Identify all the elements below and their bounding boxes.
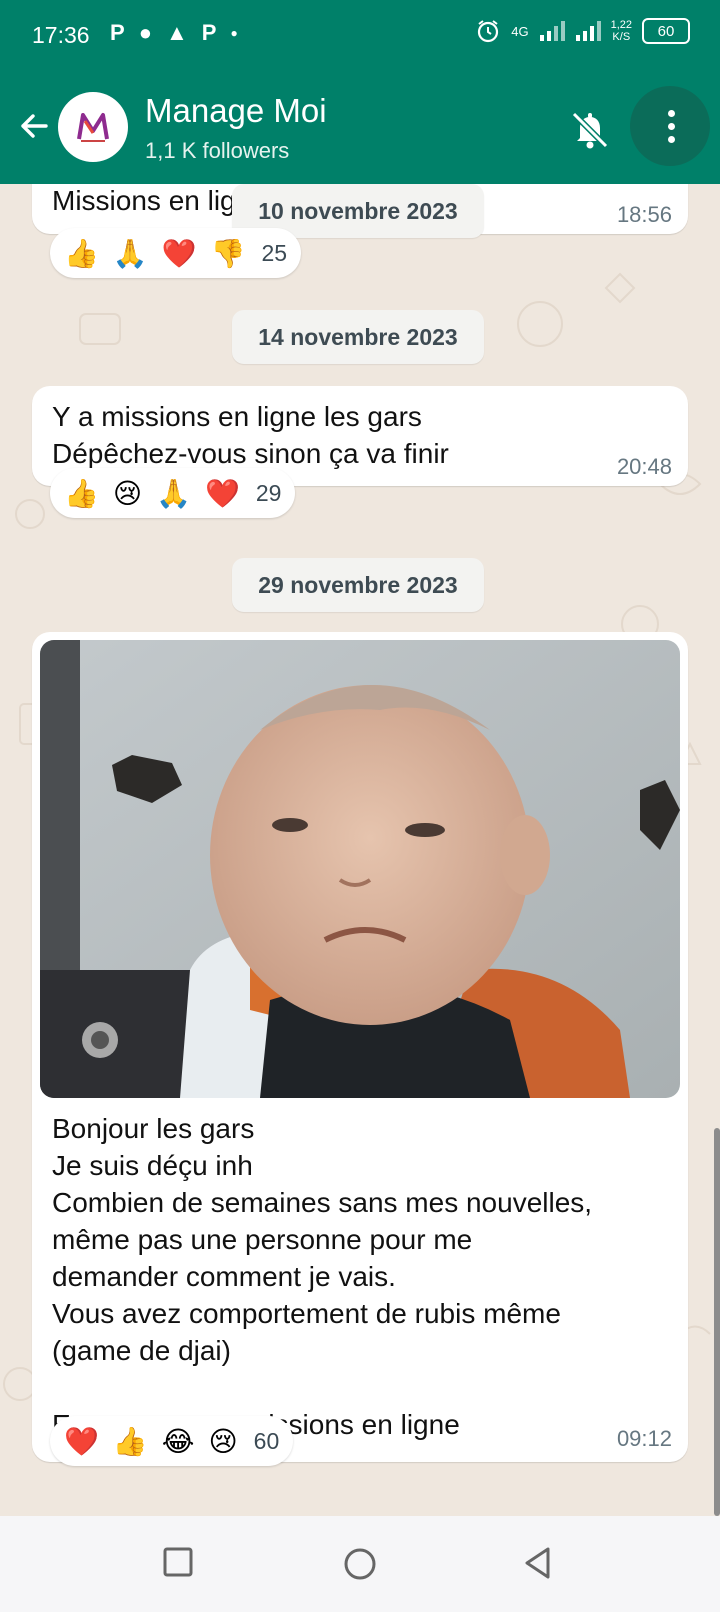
channel-avatar[interactable] [58, 92, 128, 162]
status-time: 17:36 [32, 22, 90, 48]
dot-icon: ● [230, 26, 238, 40]
thumbs-up-icon: 👍 [64, 237, 99, 269]
message-line: demander comment je vais. [52, 1261, 396, 1292]
signal-icon [575, 21, 601, 41]
message-photo[interactable] [40, 640, 680, 1098]
reactions-bar[interactable]: 👍 🙏 ❤️ 👎 25 [50, 228, 302, 278]
system-status: 4G 1,22 K/S 60 [475, 18, 690, 44]
square-recents-icon[interactable] [162, 1546, 194, 1578]
message-line: Vous avez comportement de rubis même [52, 1298, 561, 1329]
battery-indicator: 60 [642, 18, 690, 44]
message-line: même pas une personne pour me [52, 1224, 473, 1255]
thumbs-down-icon: 👎 [210, 237, 246, 269]
reaction-count: 25 [261, 239, 288, 266]
followers-count: 1,1 K followers [145, 138, 290, 163]
folded-hands-icon: 🙏 [112, 237, 148, 269]
heart-icon: ❤️ [204, 477, 240, 509]
folded-hands-icon: 🙏 [156, 477, 191, 509]
message-line: Je suis déçu inh [52, 1150, 253, 1181]
message-time: 09:12 [616, 1426, 672, 1451]
message-line: Bonjour les gars [52, 1113, 255, 1144]
reactions-bar[interactable]: ❤️ 👍 😂 😢 60 [50, 1416, 294, 1466]
reaction-count: 29 [255, 479, 282, 506]
thumbs-up-icon: 👍 [64, 477, 99, 509]
signal-icon [539, 21, 565, 41]
reactions-bar[interactable]: 👍 😢 🙏 ❤️ 29 [50, 468, 296, 518]
triangle-back-icon[interactable] [522, 1546, 554, 1580]
message-line: Combien de semaines sans mes nouvelles, [52, 1187, 593, 1218]
channel-header: Manage Moi 1,1 K followers [0, 72, 720, 184]
more-vertical-icon [668, 110, 675, 149]
message-time: 18:56 [616, 202, 672, 227]
message-line [52, 1369, 672, 1406]
alarm-icon [478, 20, 499, 43]
crying-face-icon: 😢 [208, 1425, 238, 1457]
chat-app-icon: ● [138, 20, 152, 45]
android-icon: ▲ [165, 20, 188, 45]
chat-area[interactable]: Missions en ligne 18:56 10 novembre 2023… [0, 184, 720, 1516]
data-speed: 1,22 K/S [611, 19, 632, 43]
baby-photo-illustration [40, 640, 680, 1098]
message-bubble[interactable]: Bonjour les gars Je suis déçu inh Combie… [32, 632, 688, 1462]
reaction-count: 60 [253, 1427, 280, 1454]
heart-icon: ❤️ [64, 1425, 99, 1457]
date-chip: 29 novembre 2023 [232, 558, 484, 612]
date-chip: 14 novembre 2023 [232, 310, 484, 364]
arrow-left-icon[interactable] [16, 108, 52, 144]
thumbs-up-icon: 👍 [112, 1425, 148, 1457]
message-time: 20:48 [616, 454, 672, 479]
channel-name[interactable]: Manage Moi [145, 92, 327, 130]
speed-value: 1,22 [610, 19, 632, 31]
p-app-icon: P [201, 20, 217, 45]
scrollbar[interactable] [714, 1128, 720, 1516]
network-type: 4G [511, 23, 529, 39]
p-app-icon: P [110, 20, 125, 45]
speed-unit: K/S [612, 31, 631, 43]
more-options-button[interactable] [630, 86, 710, 166]
message-text: Y a missions en ligne les gars Dépêchez-… [52, 398, 449, 472]
tears-of-joy-icon: 😂 [161, 1425, 195, 1457]
heart-icon: ❤️ [161, 237, 197, 269]
message-line: (game de djai) [52, 1335, 231, 1366]
circle-home-icon[interactable] [342, 1546, 378, 1582]
message-text: Bonjour les gars Je suis déçu inh Combie… [52, 1110, 672, 1443]
message-line: Dépêchez-vous sinon ça va finir [52, 438, 449, 469]
system-nav-bar [0, 1516, 720, 1612]
status-bar: 17:36 P ● ▲ P ● 4G 1,22 K/S 60 [0, 0, 720, 72]
crying-face-icon: 😢 [112, 477, 143, 509]
notification-icons: P ● ▲ P ● [110, 20, 238, 46]
message-line: Y a missions en ligne les gars [52, 401, 422, 432]
channel-logo-icon [77, 113, 109, 142]
bell-off-icon[interactable] [568, 108, 612, 152]
